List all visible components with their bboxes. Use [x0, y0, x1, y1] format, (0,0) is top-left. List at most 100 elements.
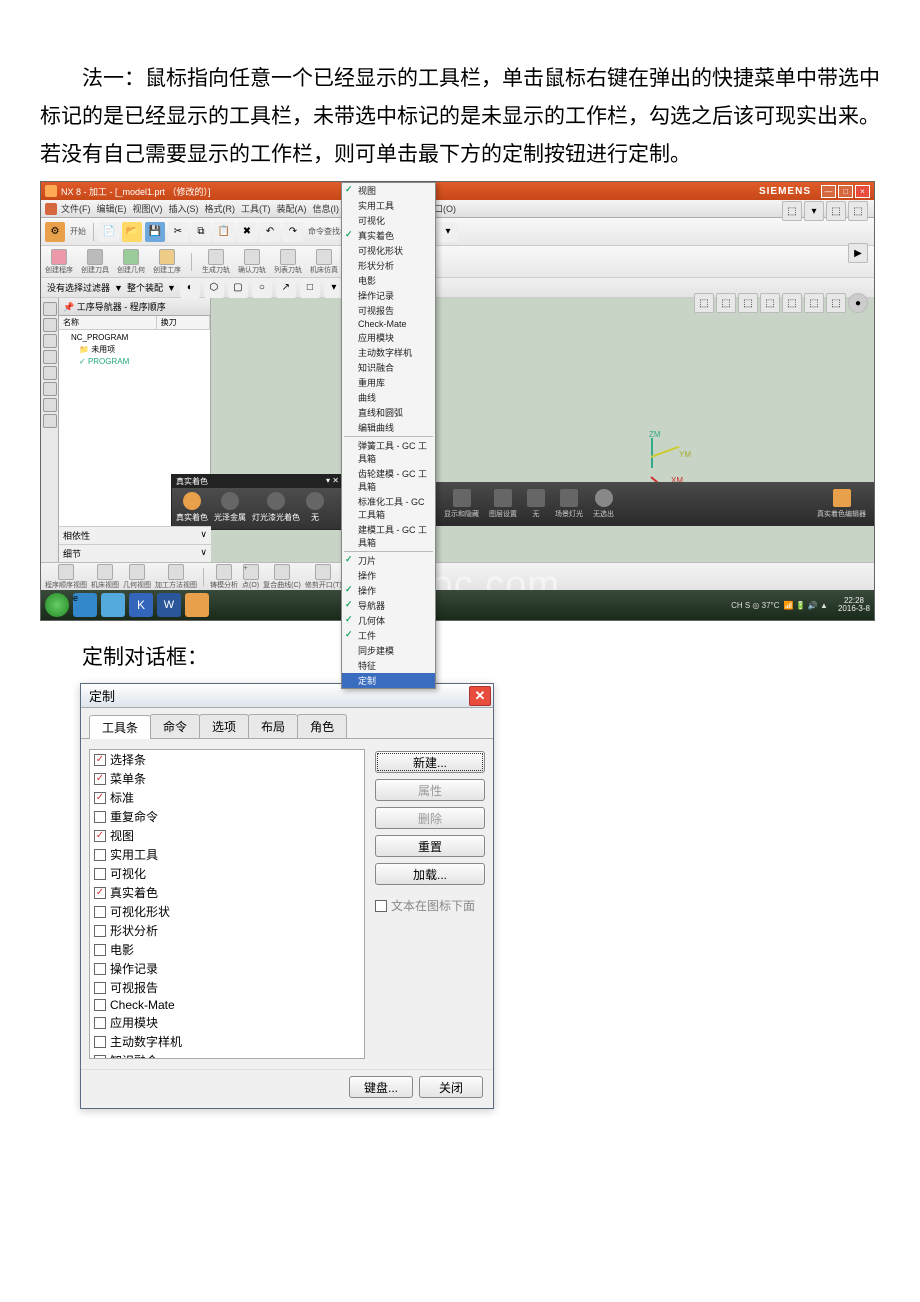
checkbox-icon[interactable]: [94, 773, 106, 785]
context-menu-item[interactable]: 可视化形状: [342, 243, 435, 258]
machine-sim-button[interactable]: 机床仿真: [310, 249, 338, 275]
new-file-icon[interactable]: 📄: [99, 222, 119, 242]
toolbar-icon[interactable]: ⬚: [760, 293, 780, 313]
true-shade-editor-button[interactable]: 真实着色编辑器: [817, 489, 866, 519]
close-button[interactable]: 关闭: [419, 1076, 483, 1098]
toolbar-icon[interactable]: ⬚: [782, 293, 802, 313]
checkbox-icon[interactable]: [94, 754, 106, 766]
toolbar-list-item[interactable]: 选择条: [90, 750, 364, 769]
new-button[interactable]: 新建...: [375, 751, 485, 773]
filter-icon[interactable]: □: [300, 278, 320, 298]
taskbar-clock[interactable]: 22:28 2016-3-8: [838, 597, 870, 615]
layer-button[interactable]: 图层设置: [489, 489, 517, 519]
none-button[interactable]: 无: [527, 489, 545, 519]
create-tool-button[interactable]: 创建刀具: [81, 249, 109, 275]
taskbar-app-word[interactable]: W: [157, 593, 181, 617]
pin-icon[interactable]: 📌: [63, 302, 74, 312]
dialog-close-button[interactable]: ✕: [469, 686, 491, 706]
toolbar-list[interactable]: 选择条菜单条标准重复命令视图实用工具可视化真实着色可视化形状形状分析电影操作记录…: [89, 749, 365, 1059]
checkbox-icon[interactable]: [94, 887, 106, 899]
toolbar-list-item[interactable]: 电影: [90, 940, 364, 959]
confirm-toolpath-button[interactable]: 确认刀轨: [238, 249, 266, 275]
toolbar-icon[interactable]: ⬚: [848, 201, 868, 221]
resource-tab[interactable]: [43, 382, 57, 396]
paste-icon[interactable]: 📋: [214, 222, 234, 242]
toolbar-icon[interactable]: ●: [848, 293, 868, 313]
context-menu-item[interactable]: 弹簧工具 - GC 工具箱: [342, 438, 435, 466]
system-tray[interactable]: CH S ◎ 37°C: [731, 601, 779, 610]
context-menu-item[interactable]: 编辑曲线: [342, 420, 435, 435]
menu-file[interactable]: 文件(F): [61, 202, 91, 215]
start-button[interactable]: [45, 593, 69, 617]
context-menu-item[interactable]: 工件: [342, 628, 435, 643]
toolbar-list-item[interactable]: 可视报告: [90, 978, 364, 997]
toolbar-list-item[interactable]: 可视化形状: [90, 902, 364, 921]
context-menu-item[interactable]: 实用工具: [342, 198, 435, 213]
composite-curve[interactable]: 复合曲线(C): [263, 564, 301, 590]
filter-value[interactable]: 整个装配: [127, 281, 163, 294]
save-icon[interactable]: 💾: [145, 222, 165, 242]
tree-item[interactable]: ✓ PROGRAM: [63, 356, 206, 367]
checkbox-icon[interactable]: [94, 906, 106, 918]
context-menu-item[interactable]: 形状分析: [342, 258, 435, 273]
redo-icon[interactable]: ↷: [283, 222, 303, 242]
context-menu-item[interactable]: 曲线: [342, 390, 435, 405]
toolbar-list-item[interactable]: 操作记录: [90, 959, 364, 978]
context-menu-item[interactable]: 导航器: [342, 598, 435, 613]
no-select-button[interactable]: 无选出: [593, 489, 614, 519]
reset-button[interactable]: 重置: [375, 835, 485, 857]
context-menu-item[interactable]: 操作记录: [342, 288, 435, 303]
method-view[interactable]: 加工方法视图: [155, 564, 197, 590]
context-menu-item[interactable]: 可视报告: [342, 303, 435, 318]
machine-view[interactable]: 机床视图: [91, 564, 119, 590]
true-shading-toolbar[interactable]: 真实着色 ▾ ✕ 真实着色 光泽金属 灯光漆光着色 无: [171, 474, 344, 530]
trim-opening[interactable]: 修剪开口(T): [305, 564, 342, 590]
toolbar-list-item[interactable]: Check-Mate: [90, 997, 364, 1013]
toolbar-list-item[interactable]: 应用模块: [90, 1013, 364, 1032]
context-menu-item[interactable]: 几何体: [342, 613, 435, 628]
nav-details[interactable]: 细节∨: [59, 544, 211, 562]
toolbar-list-item[interactable]: 标准: [90, 788, 364, 807]
context-menu-item[interactable]: 重用库: [342, 375, 435, 390]
prog-order-view[interactable]: 程序顺序视图: [45, 564, 87, 590]
toolbar-list-item[interactable]: 主动数字样机: [90, 1032, 364, 1051]
context-menu-item[interactable]: 刀片: [342, 553, 435, 568]
context-menu-item[interactable]: Check-Mate: [342, 318, 435, 330]
copy-icon[interactable]: ⧉: [191, 222, 211, 242]
mold-analysis[interactable]: 铸模分析: [210, 564, 238, 590]
filter-icon[interactable]: ▢: [228, 278, 248, 298]
list-toolpath-button[interactable]: 列表刀轨: [274, 249, 302, 275]
tab-toolbars[interactable]: 工具条: [89, 715, 151, 739]
context-menu-item[interactable]: 主动数字样机: [342, 345, 435, 360]
checkbox-icon[interactable]: [94, 963, 106, 975]
filter-icon[interactable]: ↗: [276, 278, 296, 298]
create-geom-button[interactable]: 创建几何: [117, 249, 145, 275]
context-menu-item[interactable]: 视图: [342, 183, 435, 198]
context-menu-item[interactable]: 定制: [342, 673, 435, 688]
toolbar-icon[interactable]: ⬚: [694, 293, 714, 313]
toolbar-list-item[interactable]: 知识融合: [90, 1051, 364, 1059]
resource-tab[interactable]: [43, 318, 57, 332]
filter-dropdown-icon[interactable]: ▼: [114, 283, 123, 293]
menu-insert[interactable]: 插入(S): [169, 202, 199, 215]
context-menu-item[interactable]: 建模工具 - GC 工具箱: [342, 522, 435, 550]
filter-icon[interactable]: ◐: [180, 278, 200, 298]
toolbar-icon[interactable]: ⬚: [804, 293, 824, 313]
keyboard-button[interactable]: 键盘...: [349, 1076, 413, 1098]
checkbox-icon[interactable]: [94, 999, 106, 1011]
glossy-button[interactable]: 灯光漆光着色: [252, 492, 300, 523]
context-menu-item[interactable]: 齿轮建模 - GC 工具箱: [342, 466, 435, 494]
context-menu-item[interactable]: 标准化工具 - GC 工具箱: [342, 494, 435, 522]
toolbar-icon[interactable]: ⬚: [716, 293, 736, 313]
checkbox-icon[interactable]: [94, 811, 106, 823]
context-menu-item[interactable]: 操作: [342, 568, 435, 583]
scene-light-button[interactable]: 场景灯光: [555, 489, 583, 519]
gen-toolpath-button[interactable]: 生成刀轨: [202, 249, 230, 275]
col-toolchange[interactable]: 换刀: [157, 316, 210, 329]
taskbar-app-nx[interactable]: [185, 593, 209, 617]
toolbar-icon[interactable]: ▾: [804, 201, 824, 221]
true-shade-button[interactable]: 真实着色: [176, 492, 208, 523]
checkbox-icon[interactable]: [94, 849, 106, 861]
toolbar-icon[interactable]: ⬚: [826, 293, 846, 313]
context-menu-item[interactable]: 应用模块: [342, 330, 435, 345]
